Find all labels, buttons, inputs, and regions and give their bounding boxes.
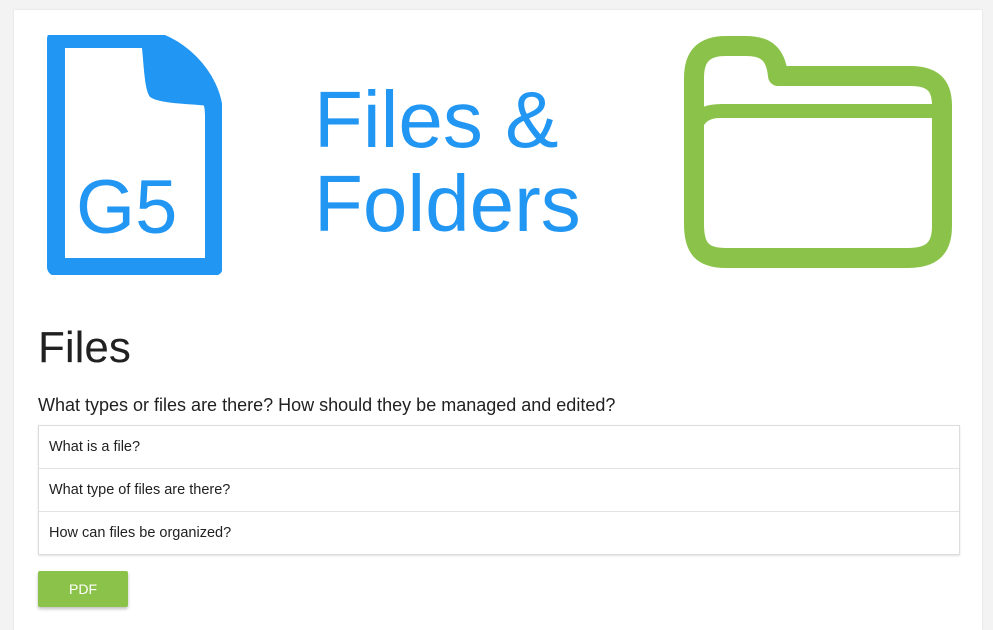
files-question-list: What is a file? What type of files are t… <box>38 425 960 555</box>
list-item[interactable]: How can files be organized? <box>39 512 959 554</box>
hero-title-line-1: Files & <box>314 75 559 164</box>
hero-title: Files & Folders <box>314 78 654 246</box>
list-item[interactable]: What is a file? <box>39 426 959 469</box>
section-description: What types or files are there? How shoul… <box>38 395 616 415</box>
document-icon-label: G5 <box>76 165 178 250</box>
pdf-button[interactable]: PDF <box>38 571 128 607</box>
section-title: Files <box>38 323 131 372</box>
hero-title-line-2: Folders <box>314 159 581 248</box>
folder-icon <box>684 36 952 268</box>
list-item[interactable]: What type of files are there? <box>39 469 959 512</box>
